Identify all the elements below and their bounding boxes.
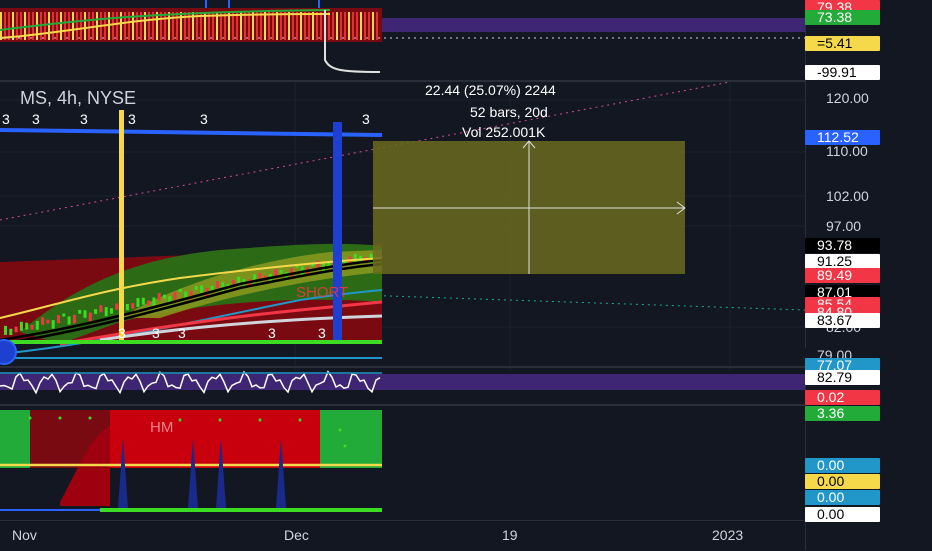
signal-label: 3: [128, 111, 136, 127]
candle: [141, 297, 145, 305]
candle: [178, 288, 182, 292]
candle: [115, 303, 119, 310]
signal-label: 3: [32, 111, 40, 127]
price-tag: =5.41: [805, 36, 880, 51]
candle: [99, 305, 103, 313]
price-level-97: 97.00: [826, 218, 862, 234]
candle: [62, 313, 66, 317]
candle: [30, 324, 34, 330]
candle: [19, 321, 23, 331]
candle: [200, 285, 204, 293]
short-label: SHORT: [296, 284, 348, 301]
candle: [125, 304, 129, 311]
date-label-19: 19: [502, 527, 518, 543]
date-label-2023: 2023: [712, 527, 744, 543]
candle: [14, 326, 18, 333]
signal-label: 3: [362, 111, 370, 127]
candle: [72, 314, 76, 324]
candle: [216, 281, 219, 289]
candle: [152, 297, 156, 307]
oscillator-pane: [0, 370, 805, 395]
price-tag: 83.67: [805, 313, 880, 328]
candle: [88, 312, 92, 322]
candle: [157, 293, 161, 301]
candle: [46, 319, 50, 324]
price-tag: -99.91: [805, 65, 880, 80]
candle: [9, 328, 13, 336]
price-level-120: 120.00: [826, 90, 869, 106]
symbol-title: MS, 4h, NYSE: [20, 88, 137, 108]
candle: [136, 298, 140, 307]
price-tag: 73.38: [805, 10, 880, 25]
candle: [51, 320, 55, 329]
candle: [94, 309, 98, 314]
candle: [25, 322, 29, 330]
price-level-110: 110.00: [826, 143, 868, 159]
candle: [4, 325, 7, 335]
candle: [173, 291, 177, 300]
candle: [35, 320, 39, 330]
measure-info-line1: 22.44 (25.07%) 2244: [425, 82, 556, 98]
signal-label: 3: [200, 111, 208, 127]
hm-indicator-pane: HM: [0, 410, 382, 512]
candle: [41, 317, 45, 325]
candle: [194, 286, 198, 290]
price-level-102: 102.00: [826, 188, 869, 204]
signal-label: 3: [268, 325, 276, 341]
price-tag: 0.00: [805, 490, 880, 505]
signal-label: 3: [2, 111, 10, 127]
signal-label: 3: [118, 325, 126, 341]
candle: [316, 260, 320, 269]
candle: [147, 300, 151, 306]
candle: [110, 308, 113, 314]
date-label-dec: Dec: [284, 527, 309, 543]
price-tag: 0.00: [805, 474, 880, 489]
time-axis[interactable]: Nov Dec 19 2023: [0, 520, 805, 551]
signal-label: 3: [178, 325, 186, 341]
candle: [353, 254, 357, 263]
date-label-nov: Nov: [12, 527, 37, 543]
signal-label: 3: [318, 325, 326, 341]
price-tag: 82.79: [805, 370, 880, 385]
candle: [131, 303, 135, 309]
main-price-pane[interactable]: SHORT 3 3 3 3 3 3 3 3 3 3 3: [0, 82, 805, 370]
price-tag: 0.02: [805, 390, 880, 405]
measure-info-line2: 52 bars, 20d: [470, 104, 548, 120]
candle: [104, 307, 108, 317]
top-indicator-pane: [0, 0, 805, 73]
candle: [163, 294, 166, 299]
price-tag: 93.78: [805, 238, 880, 253]
price-tag: 0.00: [805, 458, 880, 473]
measure-info-line3: Vol 252.001K: [462, 124, 546, 140]
signal-label: 3: [152, 325, 160, 341]
price-tag: 112.52: [805, 130, 880, 145]
signal-label: 3: [80, 111, 88, 127]
candle: [210, 285, 214, 291]
candle: [78, 309, 82, 314]
candle: [279, 269, 283, 274]
price-tag: 89.49: [805, 268, 880, 283]
price-tag: 0.00: [805, 507, 880, 522]
hm-label: HM: [150, 419, 173, 436]
candle: [57, 315, 60, 324]
candle: [67, 316, 71, 325]
candle: [83, 310, 87, 318]
price-tag: 3.36: [805, 406, 880, 421]
